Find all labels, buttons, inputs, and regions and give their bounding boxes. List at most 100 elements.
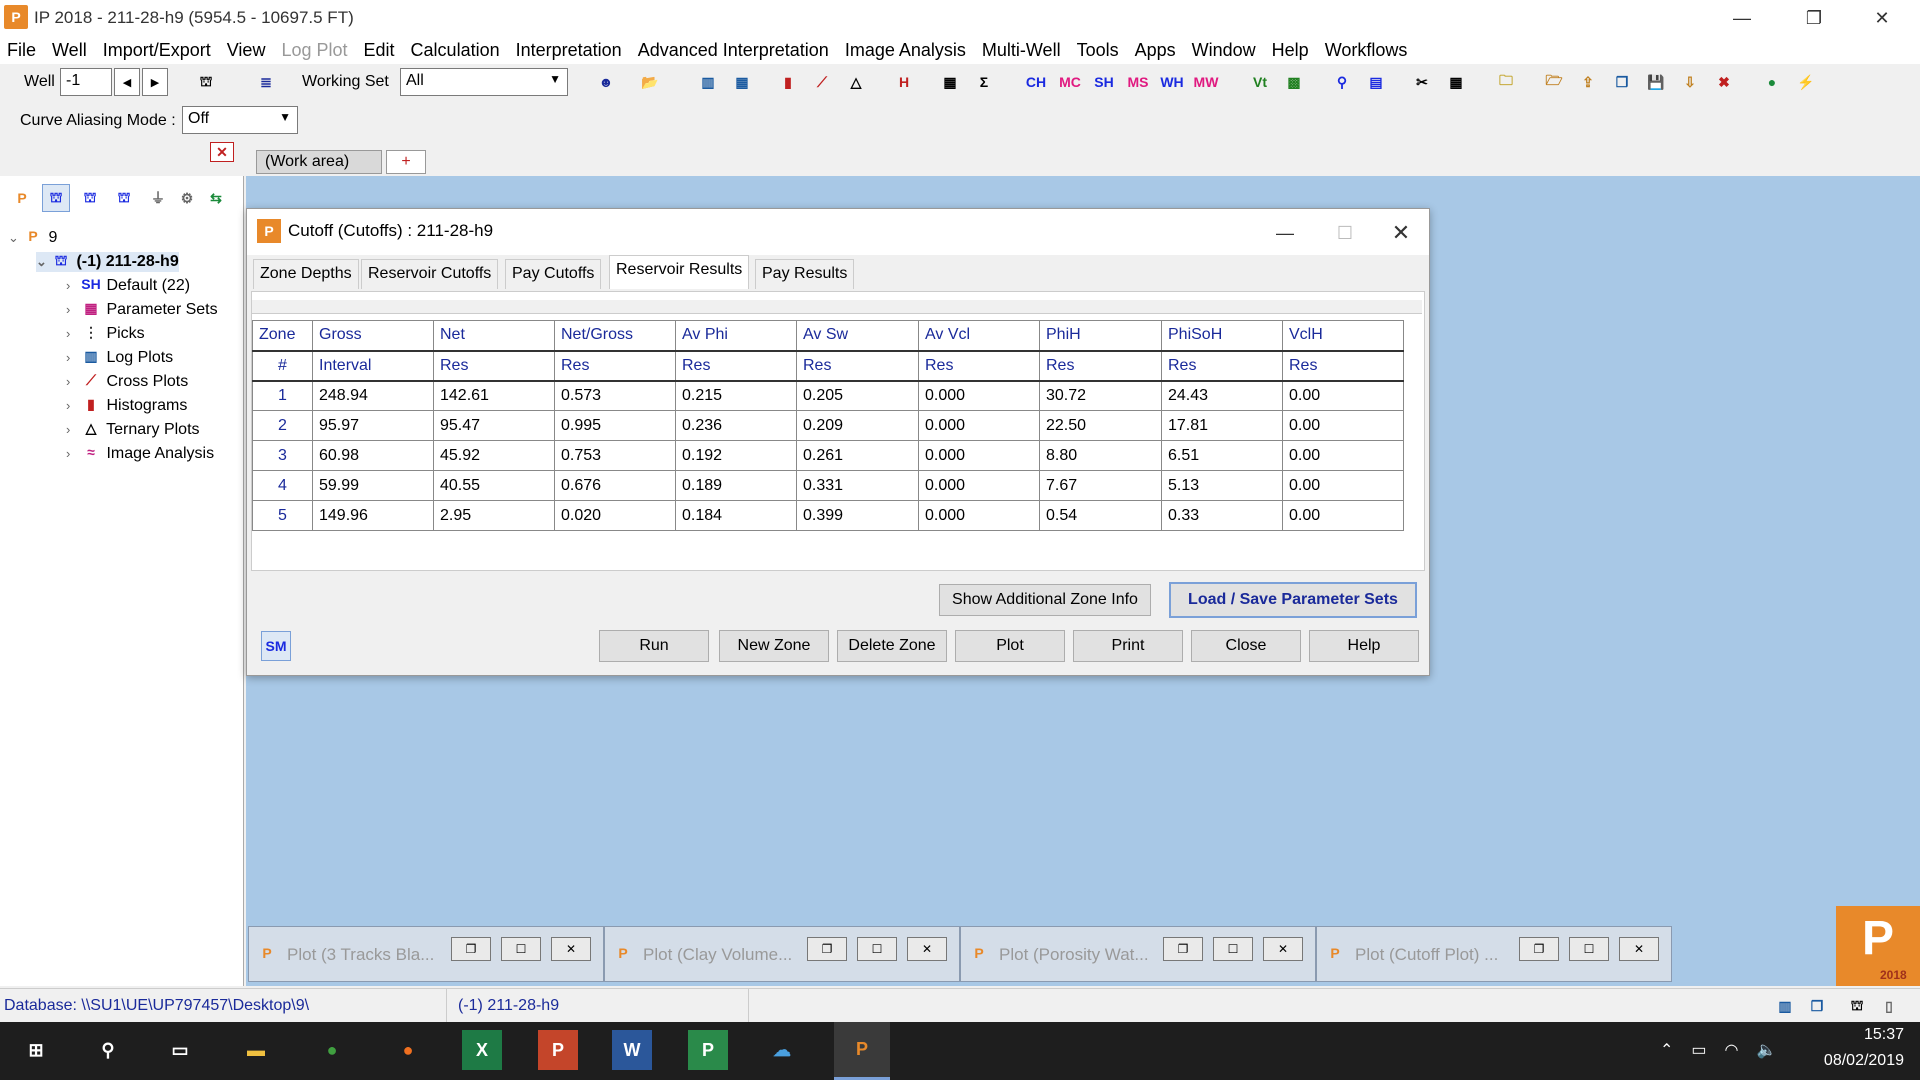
table-cell[interactable]: 8.80 [1039,440,1162,471]
onedrive-icon[interactable]: ☁ [762,1030,802,1070]
tile-icon[interactable]: ❐ [1804,993,1830,1019]
new-zone-button[interactable]: New Zone [719,630,829,662]
maximize-icon[interactable]: ☐ [1213,937,1253,961]
tree-item-log-plots[interactable]: › ▥ Log Plots [66,348,173,368]
close-icon[interactable]: ✕ [907,937,947,961]
delete-icon[interactable]: ✖ [1710,68,1738,96]
crossplot-icon[interactable]: ⟋ [808,68,836,96]
restore-icon[interactable]: ❐ [1519,937,1559,961]
sm-icon[interactable]: SM [261,631,291,661]
menu-help[interactable]: Help [1265,40,1318,61]
table-row[interactable]: 5 149.96 2.95 0.020 0.184 0.399 0.000 0.… [252,500,1404,531]
excel-icon[interactable]: X [462,1030,502,1070]
minimized-plot-window[interactable]: P Plot (Porosity Wat... ❐ ☐ ✕ [960,926,1316,982]
close-tab-icon[interactable]: ✕ [210,142,234,162]
powerpoint-icon[interactable]: P [538,1030,578,1070]
table-cell[interactable]: 149.96 [312,500,434,531]
table-cell[interactable]: 24.43 [1161,380,1283,411]
well-status-icon[interactable]: ⛫ [1844,993,1870,1019]
minimized-plot-window[interactable]: P Plot (Clay Volume... ❐ ☐ ✕ [604,926,960,982]
table-row[interactable]: 3 60.98 45.92 0.753 0.192 0.261 0.000 8.… [252,440,1404,471]
cut-icon[interactable]: ✂ [1408,68,1436,96]
table-cell[interactable]: 2.95 [433,500,555,531]
maximize-icon[interactable]: ☐ [1569,937,1609,961]
table-cell[interactable]: 0.184 [675,500,797,531]
menu-tools[interactable]: Tools [1070,40,1128,61]
minimized-plot-window[interactable]: P Plot (3 Tracks Bla... ❐ ☐ ✕ [248,926,604,982]
table-cell[interactable]: 0.192 [675,440,797,471]
zone-number-cell[interactable]: 5 [252,500,313,531]
log-plot-icon[interactable]: ▥ [694,68,722,96]
table-cell[interactable]: 5.13 [1161,470,1283,501]
show-zone-info-button[interactable]: Show Additional Zone Info [939,584,1151,616]
table-cell[interactable]: 45.92 [433,440,555,471]
close-dialog-button[interactable]: Close [1191,630,1301,662]
word-icon[interactable]: W [612,1030,652,1070]
working-set-select[interactable]: All ▼ [400,68,568,96]
maximize-icon[interactable]: ☐ [501,937,541,961]
table-cell[interactable]: 6.51 [1161,440,1283,471]
well-number-input[interactable]: -1 [60,68,112,96]
tab-reservoir-results[interactable]: Reservoir Results [609,255,750,289]
wh-button[interactable]: WH [1158,68,1186,96]
tree-well-node[interactable]: ⌄ ⛫ (-1) 211-28-h9 [36,252,179,272]
print-button[interactable]: Print [1073,630,1183,662]
refresh-icon[interactable]: ⇆ [202,184,230,212]
person-icon[interactable]: ☻ [592,68,620,96]
table-cell[interactable]: 0.753 [554,440,676,471]
tree-item-histograms[interactable]: › ▮ Histograms [66,396,187,416]
well-next-button[interactable]: ▶ [142,68,168,96]
table-cell[interactable]: 0.000 [918,470,1040,501]
menu-interpretation[interactable]: Interpretation [509,40,631,61]
list-icon[interactable]: ≣ [252,68,280,96]
table-cell[interactable]: 0.00 [1282,500,1404,531]
globe-icon[interactable]: ● [1758,68,1786,96]
menu-calculation[interactable]: Calculation [404,40,509,61]
menu-log-plot[interactable]: Log Plot [274,40,356,61]
table-cell[interactable]: 17.81 [1161,410,1283,441]
restore-icon[interactable]: ❐ [451,937,491,961]
ch-button[interactable]: CH [1022,68,1050,96]
menu-file[interactable]: File [0,40,45,61]
table-cell[interactable]: 0.261 [796,440,919,471]
menu-apps[interactable]: Apps [1128,40,1185,61]
table-icon[interactable]: ▦ [1442,68,1470,96]
volume-icon[interactable]: 🔈 [1757,1040,1777,1060]
open-icon[interactable]: 🗁 [1540,68,1568,96]
table-cell[interactable]: 60.98 [312,440,434,471]
add-tab-button[interactable]: + [386,150,426,174]
zone-number-cell[interactable]: 2 [252,410,313,441]
menu-edit[interactable]: Edit [357,40,404,61]
start-icon[interactable]: ⊞ [16,1030,56,1070]
tree-item-cross-plots[interactable]: › ⟋ Cross Plots [66,372,188,392]
table-cell[interactable]: 0.995 [554,410,676,441]
database-icon[interactable]: ▯ [1876,993,1902,1019]
folder-icon[interactable]: 🗀 [1492,68,1520,96]
zone-number-cell[interactable]: 4 [252,470,313,501]
dialog-maximize-button[interactable]: ☐ [1315,215,1375,251]
menu-view[interactable]: View [220,40,275,61]
close-icon[interactable]: ✕ [551,937,591,961]
help-button[interactable]: Help [1309,630,1419,662]
table-cell[interactable]: 7.67 [1039,470,1162,501]
wifi-icon[interactable]: ◠ [1725,1040,1739,1060]
image-plot-icon[interactable]: ▦ [728,68,756,96]
table-cell[interactable]: 0.215 [675,380,797,411]
restore-icon[interactable]: ❐ [807,937,847,961]
table-cell[interactable]: 95.97 [312,410,434,441]
table-cell[interactable]: 30.72 [1039,380,1162,411]
battery-icon[interactable]: ▭ [1691,1040,1706,1060]
menu-import-export[interactable]: Import/Export [96,40,220,61]
table-cell[interactable]: 40.55 [433,470,555,501]
tree-root[interactable]: ⌄ P 9 [8,228,57,248]
chevron-up-icon[interactable]: ⌃ [1660,1040,1673,1060]
table-cell[interactable]: 248.94 [312,380,434,411]
menu-multi-well[interactable]: Multi-Well [975,40,1070,61]
curve-icon[interactable]: ⚲ [1328,68,1356,96]
table-cell[interactable]: 0.209 [796,410,919,441]
calc-icon[interactable]: ▤ [1362,68,1390,96]
table-cell[interactable]: 0.00 [1282,440,1404,471]
table-cell[interactable]: 0.00 [1282,410,1404,441]
table-cell[interactable]: 0.236 [675,410,797,441]
import-icon[interactable]: ⇪ [1574,68,1602,96]
